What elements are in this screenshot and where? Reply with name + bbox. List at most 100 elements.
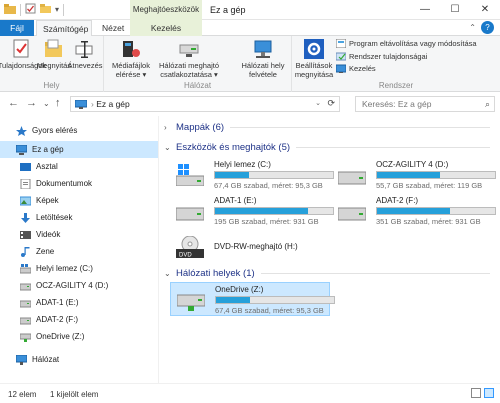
drive-usage-fill [377,172,440,178]
section-network-locations[interactable]: ⌄ Hálózati helyek (1) [160,266,490,280]
nav-item-drive-z[interactable]: OneDrive (Z:) [0,328,158,345]
nav-item-quick-access[interactable]: Gyors elérés [0,122,158,139]
nav-item-drive-c[interactable]: Helyi lemez (C:) [0,260,158,277]
properties-button[interactable]: Tulajdonságok [0,39,46,70]
quick-access-toolbar: ▾ [4,3,65,16]
drive-usage-fill [377,208,451,214]
network-drive-icon [20,333,31,342]
drive-usage-bar [214,171,334,179]
help-button[interactable]: ? [481,21,494,34]
folder-icon[interactable] [4,3,16,16]
nav-item-drive-f[interactable]: ADAT-2 (F:) [0,311,158,328]
svg-text:DVD: DVD [179,253,192,259]
minimize-button[interactable]: — [410,0,440,20]
drive-space-info: 351 GB szabad, méret: 931 GB [376,217,481,226]
new-folder-icon[interactable] [40,3,51,16]
network-icon [16,354,27,365]
map-network-drive-button[interactable]: Hálózati meghajtó csatlakoztatása ▾ [152,39,226,79]
view-switcher [471,388,494,398]
drive-tile-e[interactable]: ADAT-1 (E:) 195 GB szabad, méret: 931 GB [170,194,334,228]
videos-icon [20,230,31,239]
refresh-icon[interactable]: ⟳ [327,98,335,109]
nav-item-network[interactable]: Hálózat [0,351,158,368]
up-arrow-icon[interactable]: ↑ [55,97,61,109]
rename-button[interactable]: Átnevezés [67,39,103,70]
section-devices[interactable]: ⌄ Eszközök és meghajtók (5) [160,140,490,154]
chevron-down-icon: ⌄ [164,142,171,152]
drive-tile-f[interactable]: ADAT-2 (F:) 351 GB szabad, méret: 931 GB [332,194,496,228]
pictures-icon [20,196,31,205]
nav-item-videos[interactable]: Videók [0,226,158,243]
open-button[interactable]: Megnyitás [37,39,71,70]
nav-item-pictures[interactable]: Képek [0,192,158,209]
separator [20,3,21,16]
this-pc-icon [75,100,87,109]
drive-space-info: 67,4 GB szabad, méret: 95,3 GB [214,181,323,190]
add-network-location-button[interactable]: Hálózati hely felvétele [236,39,290,79]
drive-tile-c[interactable]: Helyi lemez (C:) 67,4 GB szabad, méret: … [170,158,334,192]
search-input[interactable]: Keresés: Ez a gép ⌕ [355,96,495,112]
section-folders[interactable]: › Mappák (6) [160,120,490,134]
properties-check-icon[interactable] [25,3,36,16]
forward-arrow-icon[interactable]: → [26,97,37,109]
pane-splitter[interactable] [158,116,159,383]
nav-item-drive-d[interactable]: OCZ-AGILITY 4 (D:) [0,277,158,294]
context-tab-title: Meghajtóeszközök [130,0,202,20]
back-arrow-icon[interactable]: ← [8,97,19,109]
window-title: Ez a gép [210,5,246,15]
tab-file[interactable]: Fájl [0,20,34,36]
access-media-button[interactable]: Médiafájlok elérése ▾ [106,39,156,79]
customize-dropdown-icon[interactable]: ▾ [55,5,59,14]
address-bar[interactable]: › Ez a gép ⌄ ⟳ [70,96,340,112]
system-properties-button[interactable]: Rendszer tulajdonságai [336,52,427,61]
drive-name: Helyi lemez (C:) [214,160,271,169]
ribbon: Tulajdonságok Megnyitás Átnevezés Hely M… [0,36,500,92]
status-bar: 12 elem 1 kijelölt elem [0,383,500,403]
section-divider [296,146,490,148]
download-arrow-icon [21,212,30,223]
tab-manage[interactable]: Kezelés [130,20,202,36]
maximize-button[interactable]: ☐ [440,0,470,20]
address-dropdown-icon[interactable]: ⌄ [315,99,321,107]
window-controls: — ☐ ✕ [410,0,500,20]
manage-button[interactable]: Kezelés [336,64,376,73]
windows-drive-icon [20,263,31,273]
close-button[interactable]: ✕ [470,0,500,20]
ribbon-group-system: Beállítások megnyitása Program eltávolít… [292,36,500,92]
nav-item-documents[interactable]: Dokumentumok [0,175,158,192]
title-bar: ▾ Meghajtóeszközök Ez a gép — ☐ ✕ [0,0,500,20]
ribbon-tabs: Fájl Számítógép Nézet Kezelés ⌃ ? [0,20,500,37]
nav-item-downloads[interactable]: Letöltések [0,209,158,226]
hard-drive-icon [20,317,31,324]
uninstall-program-button[interactable]: Program eltávolítása vagy módosítása [336,39,477,48]
recent-locations-chevron-icon[interactable]: ⌄ [43,99,50,108]
nav-item-music[interactable]: Zene [0,243,158,260]
drive-tile-z[interactable]: OneDrive (Z:) 67,4 GB szabad, méret: 95,… [170,282,335,316]
drive-space-info: 55,7 GB szabad, méret: 119 GB [376,181,483,190]
drive-usage-bar [376,171,496,179]
open-settings-button[interactable]: Beállítások megnyitása [294,39,334,79]
details-view-icon[interactable] [471,388,481,398]
search-icon: ⌕ [484,99,490,109]
drive-usage-fill [216,297,251,303]
breadcrumb[interactable]: › Ez a gép [91,99,130,109]
documents-icon [20,178,31,189]
drive-tile-d[interactable]: OCZ-AGILITY 4 (D:) 55,7 GB szabad, méret… [332,158,496,192]
drive-tile-h[interactable]: DVD DVD-RW-meghajtó (H:) [170,230,330,264]
nav-item-this-pc[interactable]: Ez a gép [0,141,158,158]
manage-icon [336,64,346,73]
tiles-view-icon[interactable] [484,388,494,398]
breadcrumb-item-this-pc[interactable]: Ez a gép [96,99,130,109]
group-label-location: Hely [43,81,60,90]
tab-computer[interactable]: Számítógép [36,20,92,37]
selected-count: 1 kijelölt elem [50,390,99,399]
ribbon-group-location: Tulajdonságok Megnyitás Átnevezés Hely [0,36,104,92]
drive-usage-bar [215,296,335,304]
nav-item-drive-e[interactable]: ADAT-1 (E:) [0,294,158,311]
hard-drive-icon [20,300,31,307]
nav-item-desktop[interactable]: Asztal [0,158,158,175]
item-count: 12 elem [8,390,37,399]
tab-view[interactable]: Nézet [96,20,130,36]
minimize-ribbon-chevron-icon[interactable]: ⌃ [469,23,476,32]
drive-name: ADAT-1 (E:) [214,196,257,205]
